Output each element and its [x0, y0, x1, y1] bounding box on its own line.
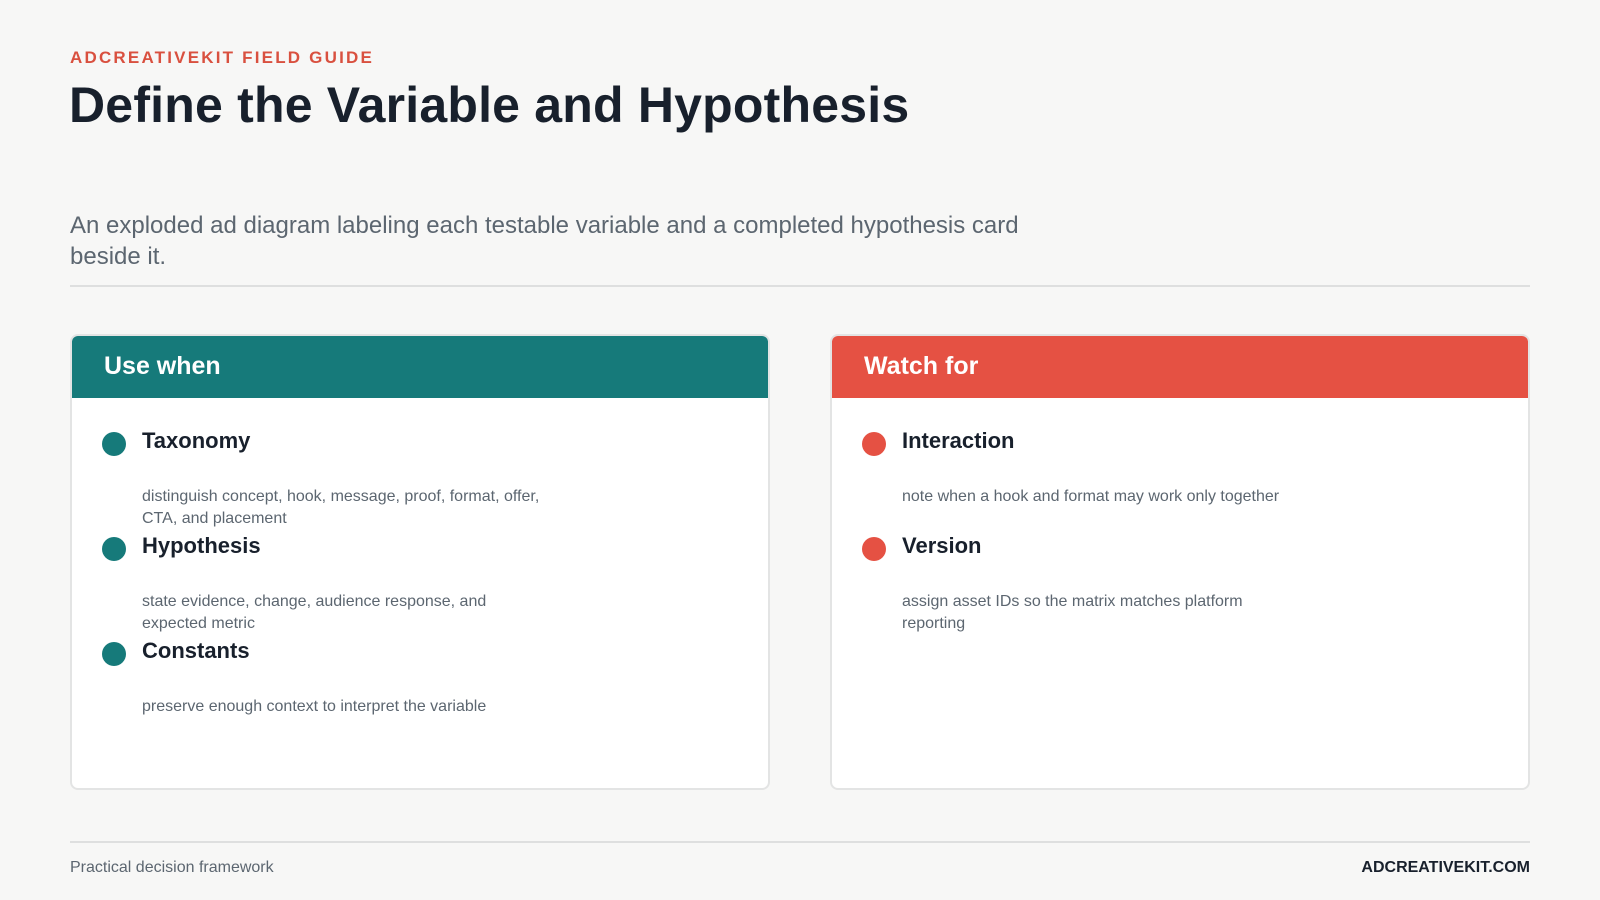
bottom-divider — [70, 841, 1530, 843]
use-when-card-header: Use when — [72, 336, 768, 398]
item-description: assign asset IDs so the matrix matches p… — [902, 593, 1243, 632]
bullet-dot-icon — [102, 642, 126, 666]
item-title: Version — [902, 533, 982, 558]
item-description: note when a hook and format may work onl… — [902, 488, 1280, 505]
watch-for-card-header: Watch for — [832, 336, 1528, 398]
watch-for-heading: Watch for — [864, 351, 979, 380]
bullet-dot-icon — [862, 537, 886, 561]
item-description: distinguish concept, hook, message, proo… — [142, 488, 540, 527]
page-title: Define the Variable and Hypothesis — [69, 77, 910, 133]
top-divider — [70, 285, 1530, 287]
bullet-dot-icon — [102, 537, 126, 561]
bullet-dot-icon — [862, 432, 886, 456]
use-when-card: Use when Taxonomy distinguish concept, h… — [70, 334, 770, 790]
watch-for-card: Watch for Interaction note when a hook a… — [830, 334, 1530, 790]
item-description: preserve enough context to interpret the… — [142, 698, 487, 715]
item-title: Constants — [142, 638, 250, 663]
item-title: Interaction — [902, 428, 1015, 453]
use-when-heading: Use when — [104, 351, 221, 380]
eyebrow-label: ADCREATIVEKIT FIELD GUIDE — [70, 48, 375, 67]
item-title: Taxonomy — [142, 428, 251, 453]
item-description: state evidence, change, audience respons… — [142, 593, 487, 632]
page-subtitle: An exploded ad diagram labeling each tes… — [70, 212, 1019, 270]
footer-site-link[interactable]: ADCREATIVEKIT.COM — [1361, 859, 1530, 877]
bullet-dot-icon — [102, 432, 126, 456]
item-title: Hypothesis — [142, 533, 261, 558]
footer-tagline: Practical decision framework — [70, 859, 274, 876]
